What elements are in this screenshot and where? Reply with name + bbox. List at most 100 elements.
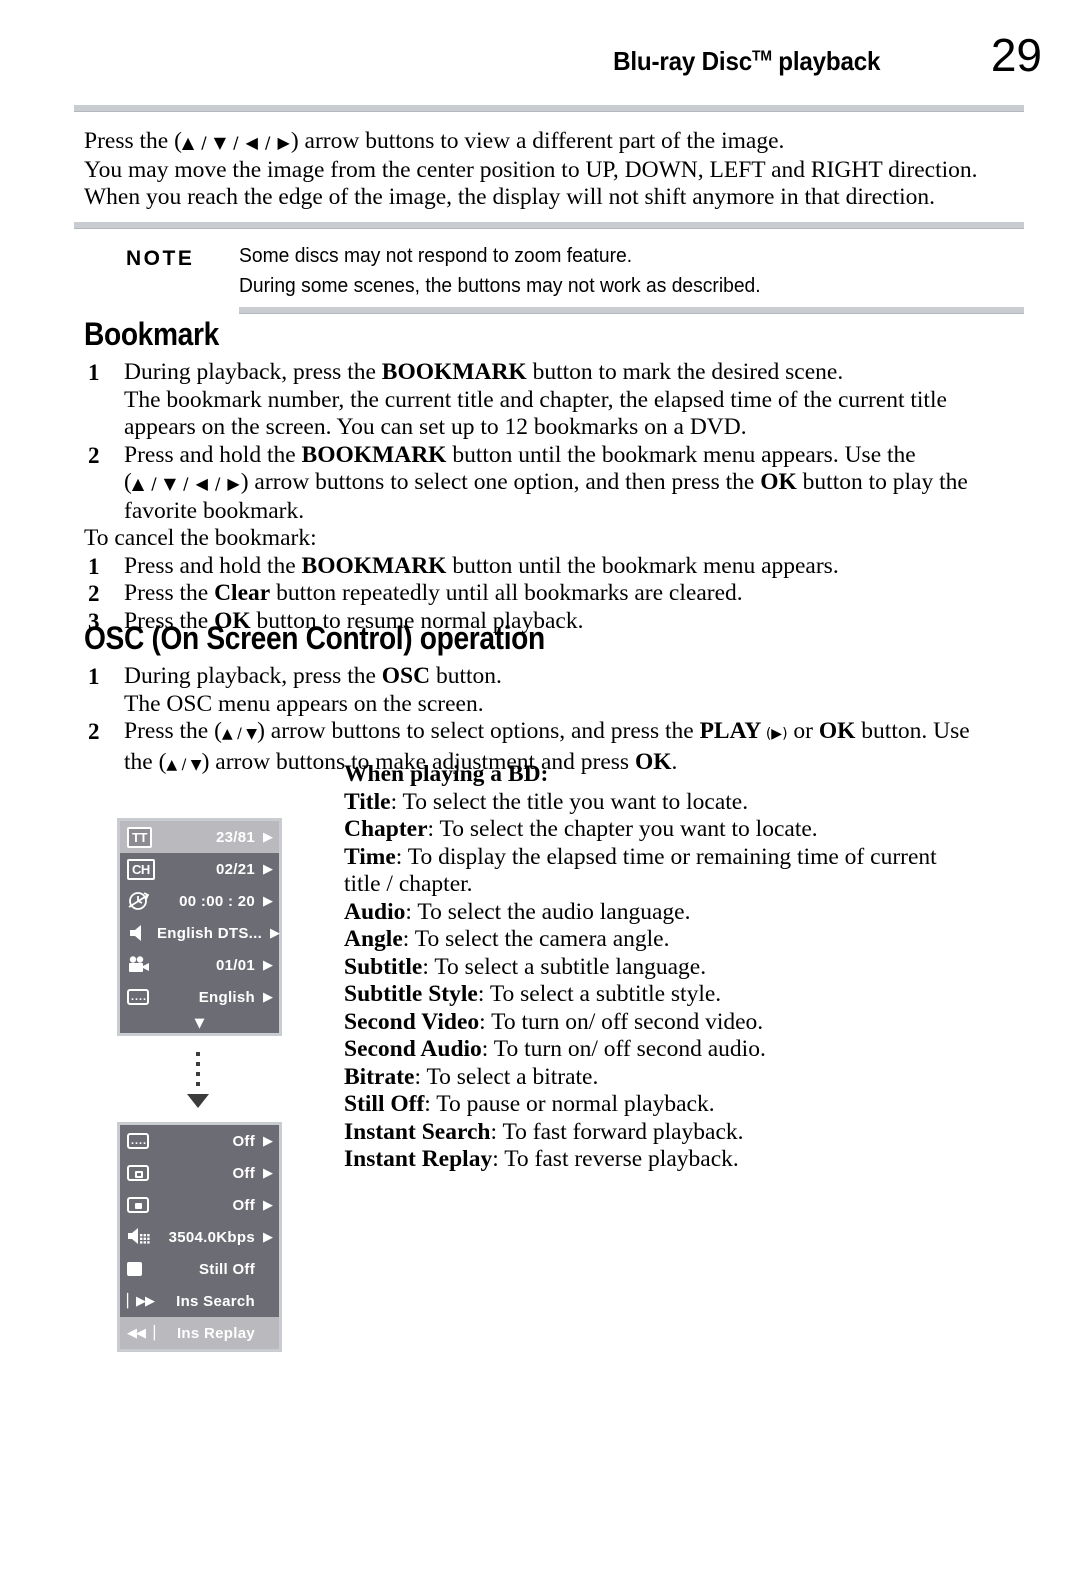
dotted-line xyxy=(196,1052,200,1092)
bd-list-item-desc: : To turn on/ off second audio. xyxy=(481,1036,766,1062)
scroll-down-icon[interactable]: ▼ xyxy=(120,1013,279,1033)
osc-menu-row-value: 02/21 xyxy=(215,860,255,878)
bd-items-container: Title: To select the title you want to l… xyxy=(344,789,1034,1174)
ok-button-ref: OK xyxy=(760,469,797,495)
chevron-right-icon[interactable]: ▶ xyxy=(255,830,273,845)
bd-list-item-term: Bitrate xyxy=(344,1063,415,1090)
bd-list-item-desc: : To pause or normal playback. xyxy=(424,1091,715,1117)
cancel-step-2-c: button repeatedly until all bookmarks ar… xyxy=(270,580,743,606)
bd-list-item: Chapter: To select the chapter you want … xyxy=(344,816,1034,844)
down-triangle-icon xyxy=(187,1094,209,1108)
bd-list-item-desc: : To select a subtitle style. xyxy=(477,981,722,1007)
osc-menu-row[interactable]: ▏▶▶Ins Search▶ xyxy=(120,1285,279,1317)
bd-list-item: Instant Replay: To fast reverse playback… xyxy=(344,1146,1034,1174)
osc-menu-row[interactable]: Off ▶ xyxy=(120,1157,279,1189)
bookmark-step-1-cont-1: The bookmark number, the current title a… xyxy=(124,386,947,413)
note-line-1: Some discs may not respond to zoom featu… xyxy=(239,244,633,267)
cancel-step-1-number: 1 xyxy=(88,553,100,579)
osc-menu-row[interactable]: 00 :00 : 20 ▶ xyxy=(120,885,279,917)
osc-menu-row[interactable]: Still Off▶ xyxy=(120,1253,279,1285)
osc-menu-panel-bottom: ․․․․Off▶Off▶Off▶3504.0Kbps▶Still Off▶▏▶▶… xyxy=(117,1122,282,1352)
bookmark-button-ref-3: BOOKMARK xyxy=(301,552,447,579)
chevron-right-icon[interactable]: ▶ xyxy=(255,862,273,877)
play-arrow-glyph: (▶) xyxy=(761,726,788,742)
title-icon: TT xyxy=(127,826,157,848)
bookmark-section: Bookmark 1 During playback, press the BOO… xyxy=(84,316,1029,635)
bd-list-item-term: Time xyxy=(344,843,396,870)
bookmark-button-ref-2: BOOKMARK xyxy=(301,441,447,468)
osc-menu-row[interactable]: 01/01 ▶ xyxy=(120,949,279,981)
osc-step-2: 2 Press the (▲ / ▼) arrow buttons to sele… xyxy=(84,718,1039,749)
bd-list-item-term: Instant Search xyxy=(344,1118,491,1145)
second-audio-icon xyxy=(127,1197,157,1213)
osc-menu-row-value: Ins Replay xyxy=(176,1324,255,1342)
osc-step-1-c: button. xyxy=(430,663,502,689)
play-button-ref: PLAY xyxy=(699,718,762,744)
bd-list-item: Bitrate: To select a bitrate. xyxy=(344,1064,1034,1092)
chevron-right-icon[interactable]: ▶ xyxy=(255,1230,273,1245)
bookmark-step-2-line-2: (▲ / ▼ / ◀ / ▶) arrow buttons to select … xyxy=(84,469,1029,498)
instant-replay-icon: ◀◀▕ xyxy=(127,1325,155,1341)
bookmark-step-2-mid: ) arrow buttons to select one option, an… xyxy=(240,469,761,495)
bd-list-item-desc: title / chapter. xyxy=(344,871,473,897)
bd-list-item: Second Audio: To turn on/ off second aud… xyxy=(344,1036,1034,1064)
chevron-right-icon[interactable]: ▶ xyxy=(255,1134,273,1149)
osc-menu-row-value: 01/01 xyxy=(215,956,255,974)
osc-menu-connector xyxy=(117,1036,282,1122)
chevron-right-icon[interactable]: ▶ xyxy=(255,1198,273,1213)
osc-menu-row[interactable]: CH 02/21 ▶ xyxy=(120,853,279,885)
bookmark-step-1-cont-2: appears on the screen. You can set up to… xyxy=(124,414,747,440)
intro-line-3: When you reach the edge of the image, th… xyxy=(84,184,935,210)
bookmark-step-2-a: Press and hold the xyxy=(124,441,302,468)
osc-menu-row[interactable]: English DTS... ▶ xyxy=(120,917,280,949)
chevron-right-icon[interactable]: ▶ xyxy=(255,894,273,909)
page-title-main: Blu-ray Disc xyxy=(612,46,752,76)
note-label: NOTE xyxy=(126,247,195,270)
bd-list-item-desc: : To turn on/ off second video. xyxy=(479,1008,764,1035)
osc-menu-row-value: Off xyxy=(232,1196,255,1214)
arrow-glyphs-updown: ▲ / ▼ xyxy=(221,726,258,742)
bd-list-item: Instant Search: To fast forward playback… xyxy=(344,1119,1034,1147)
osc-step-2-or: or xyxy=(787,718,819,744)
instant-search-icon: ▏▶▶ xyxy=(127,1293,155,1309)
note-text: Some discs may not respond to zoom featu… xyxy=(239,241,977,301)
bd-list-item-term: Second Audio xyxy=(344,1036,482,1062)
note-top-divider xyxy=(74,222,1024,229)
chevron-right-icon[interactable]: ▶ xyxy=(255,1166,273,1181)
audio-speaker-icon xyxy=(127,923,157,943)
osc-menu-row[interactable]: ◀◀▕Ins Replay▶ xyxy=(120,1317,279,1349)
ok-button-ref-3: OK xyxy=(818,718,856,744)
subtitle-style-icon: ․․․․ xyxy=(127,1133,157,1149)
osc-menu-row[interactable]: Off ▶ xyxy=(120,1189,279,1221)
chevron-right-icon[interactable]: ▶ xyxy=(255,958,273,973)
bookmark-step-1: 1 During playback, press the BOOKMARK but… xyxy=(84,359,1029,387)
angle-camera-icon xyxy=(127,955,157,975)
osc-menu-row[interactable]: ․․․․ English ▶ xyxy=(120,981,279,1013)
chevron-right-icon[interactable]: ▶ xyxy=(255,990,273,1005)
osc-menu-row-value: English DTS... xyxy=(157,924,263,942)
bookmark-step-1-c: button to mark the desired scene. xyxy=(526,359,844,385)
chevron-right-icon[interactable]: ▶ xyxy=(262,926,280,941)
intro-line-1: Press the (▲ / ▼ / ◀ / ▶) arrow buttons … xyxy=(84,128,1029,157)
osc-menu-row-value: Ins Search xyxy=(176,1292,255,1310)
osc-menu-figure: TT 23/81 ▶ CH 02/21 ▶ 00 :00 : 20 ▶ English DTS.… xyxy=(117,818,282,1352)
osc-step-2-mid: ) arrow buttons to select options, and p… xyxy=(257,718,700,744)
note-box: NOTE Some discs may not respond to zoom … xyxy=(74,222,1024,314)
osc-step-1-cont: The OSC menu appears on the screen. xyxy=(124,690,484,717)
clear-button-ref: Clear xyxy=(214,580,271,606)
bookmark-step-1-a: During playback, press the xyxy=(124,359,382,385)
page-header: Blu-ray DiscTM playback 29 xyxy=(0,0,1080,100)
page-title: Blu-ray DiscTM playback xyxy=(613,46,880,77)
osc-step-1: 1 During playback, press the OSC button. xyxy=(84,663,1039,691)
intro-line-2: You may move the image from the center p… xyxy=(84,156,978,183)
bd-list-item: Still Off: To pause or normal playback. xyxy=(344,1091,1034,1119)
bd-list-item-desc: : To select the chapter you want to loca… xyxy=(427,816,818,842)
osc-menu-row[interactable]: 3504.0Kbps ▶ xyxy=(120,1221,279,1253)
bd-list-item-term: Still Off xyxy=(344,1091,425,1117)
bd-list-item: Subtitle Style: To select a subtitle sty… xyxy=(344,981,1034,1009)
osc-menu-row[interactable]: TT 23/81 ▶ xyxy=(120,821,279,853)
osc-menu-row-value: Off xyxy=(232,1164,255,1182)
bd-list-item-term: Angle xyxy=(344,926,403,952)
osc-menu-row[interactable]: ․․․․ Off ▶ xyxy=(120,1125,279,1157)
still-off-icon xyxy=(127,1262,157,1276)
